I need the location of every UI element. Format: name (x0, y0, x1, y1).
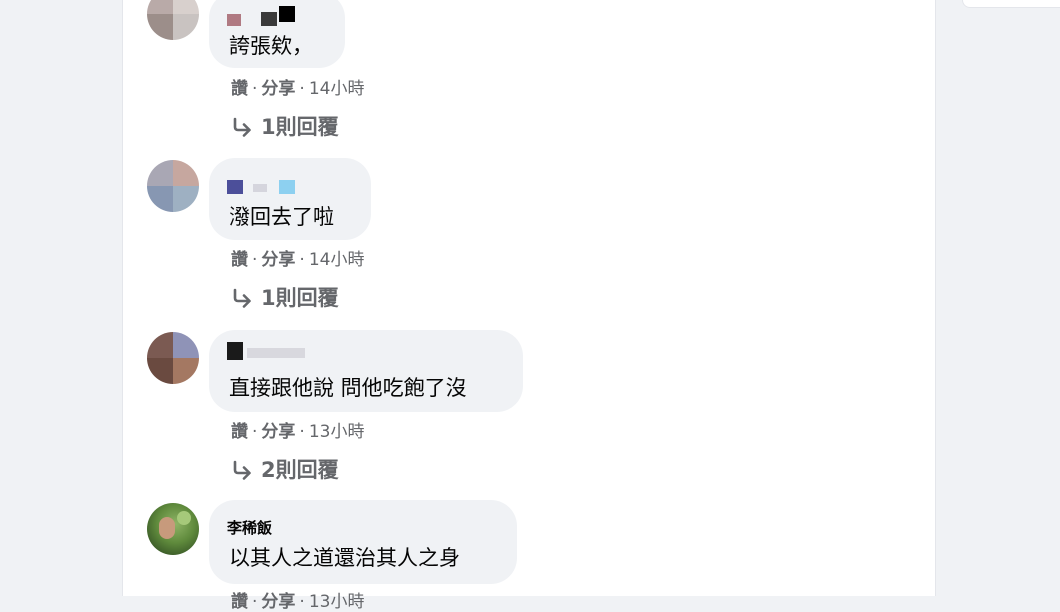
share-button[interactable]: 分享 (261, 422, 295, 442)
separator: · (252, 79, 258, 99)
like-button[interactable]: 讚 (231, 79, 248, 99)
like-button[interactable]: 讚 (231, 592, 248, 612)
avatar[interactable] (147, 503, 199, 555)
share-button[interactable]: 分享 (261, 79, 295, 99)
replies-label: 2則回覆 (261, 458, 339, 482)
reply-arrow-icon (231, 460, 253, 485)
comment-actions: 讚 · 分享 · 13小時 (231, 587, 364, 612)
separator: · (252, 250, 258, 270)
avatar[interactable] (147, 160, 199, 212)
comments-panel: 誇張欸， 讚 · 分享 · 14小時 1則回覆 潑回去了啦 讚 · 分享 · 1… (122, 0, 936, 612)
avatar[interactable] (147, 332, 199, 384)
timestamp[interactable]: 13小時 (309, 592, 365, 612)
share-button[interactable]: 分享 (261, 592, 295, 612)
share-button[interactable]: 分享 (261, 250, 295, 270)
comment-actions: 讚 · 分享 · 14小時 (231, 74, 364, 99)
view-replies-button[interactable]: 1則回覆 (231, 282, 339, 313)
comment-text: 潑回去了啦 (229, 205, 334, 229)
separator: · (252, 592, 258, 612)
avatar[interactable] (147, 0, 199, 40)
author-name[interactable]: 李稀飯 (227, 517, 272, 538)
replies-label: 1則回覆 (261, 286, 339, 310)
comment-actions: 讚 · 分享 · 14小時 (231, 245, 364, 270)
separator: · (252, 422, 258, 442)
right-sidebar-card (962, 0, 1060, 8)
comment-bubble: 誇張欸， (209, 0, 345, 68)
reply-arrow-icon (231, 117, 253, 142)
view-replies-button[interactable]: 2則回覆 (231, 454, 339, 485)
comment-bubble: 李稀飯 以其人之道還治其人之身 (209, 500, 517, 584)
comment-text: 以其人之道還治其人之身 (229, 546, 460, 570)
comment-text: 誇張欸， (229, 34, 313, 58)
like-button[interactable]: 讚 (231, 422, 248, 442)
comment-bubble: 潑回去了啦 (209, 158, 371, 240)
timestamp[interactable]: 14小時 (309, 250, 365, 270)
separator: · (299, 79, 305, 99)
timestamp[interactable]: 13小時 (309, 422, 365, 442)
timestamp[interactable]: 14小時 (309, 79, 365, 99)
like-button[interactable]: 讚 (231, 250, 248, 270)
view-replies-button[interactable]: 1則回覆 (231, 111, 339, 142)
separator: · (299, 592, 305, 612)
comment-text: 直接跟他說 問他吃飽了沒 (229, 376, 467, 400)
replies-label: 1則回覆 (261, 115, 339, 139)
separator: · (299, 422, 305, 442)
separator: · (299, 250, 305, 270)
reply-arrow-icon (231, 288, 253, 313)
comment-bubble: 直接跟他說 問他吃飽了沒 (209, 330, 523, 412)
comment-actions: 讚 · 分享 · 13小時 (231, 417, 364, 442)
